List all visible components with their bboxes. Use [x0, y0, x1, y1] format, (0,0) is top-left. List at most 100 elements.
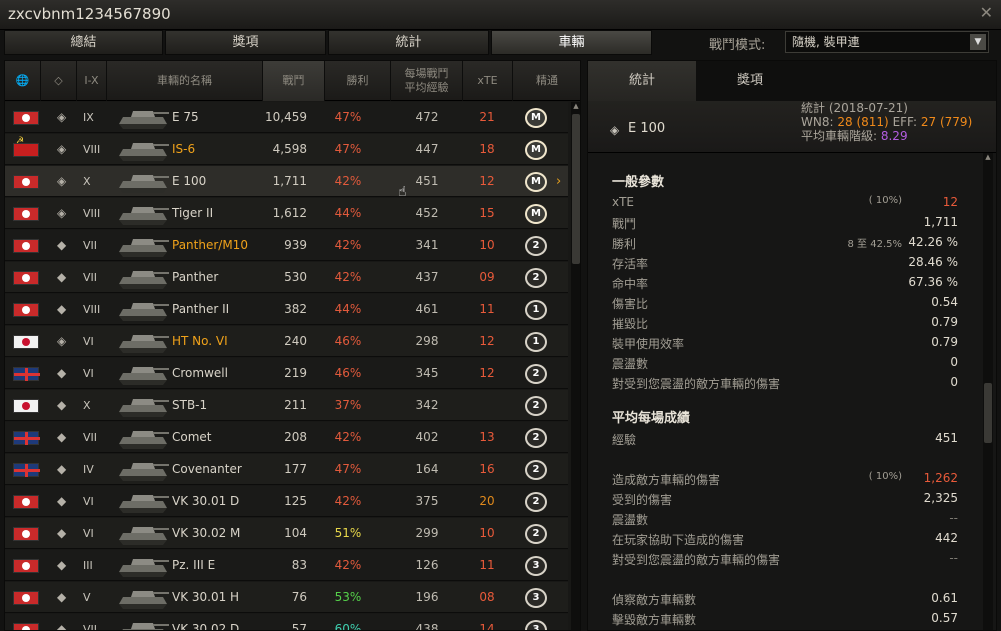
header-name[interactable]: 車輛的名稱 [107, 61, 263, 101]
tank-image [115, 296, 171, 322]
panel-tab-awards[interactable]: 獎項 [696, 61, 804, 101]
table-row[interactable]: ◈ IX E 75 10,459 47% 472 21 M [5, 102, 568, 133]
header-avg-xp[interactable]: 每場戰鬥 平均經驗 [391, 61, 463, 101]
table-row[interactable]: ◆ IV Covenanter 177 47% 164 16 2 [5, 454, 568, 485]
table-row[interactable]: ◆ III Pz. III E 83 42% 126 11 3 [5, 550, 568, 581]
battles: 1,612 [272, 206, 307, 220]
table-row[interactable]: ◆ VI Cromwell 219 46% 345 12 2 [5, 358, 568, 389]
stat-hint: 8 至 42.5% [847, 239, 903, 250]
dropdown-arrow-icon[interactable]: ▼ [970, 34, 986, 50]
table-row[interactable]: ◆ VI VK 30.02 M 104 51% 299 10 2 [5, 518, 568, 549]
avg-tier-line: 平均車輛階級: 8.29 [801, 129, 908, 143]
scrollbar-thumb[interactable] [984, 383, 992, 443]
stat-label: 裝甲使用效率 [612, 337, 685, 351]
header-class[interactable]: ◇ [41, 61, 77, 101]
table-row[interactable]: ◈ VI HT No. VI 240 46% 298 12 1 [5, 326, 568, 357]
battles: 219 [284, 366, 307, 380]
stat-label: 對受到您震盪的敵方車輛的傷害 [612, 553, 781, 567]
stat-row: 摧毀比 0.79 [612, 315, 958, 335]
avg-xp: 461 [415, 302, 439, 316]
header-nation[interactable]: 🌐 [5, 61, 41, 101]
stat-label: 在玩家協助下造成的傷害 [612, 533, 745, 547]
scroll-up-icon[interactable]: ▲ [984, 153, 992, 163]
stat-row [612, 451, 958, 471]
win-rate: 44% [334, 206, 362, 220]
flag-de-icon [13, 111, 39, 125]
stat-value: 0 [950, 375, 958, 389]
tier: VII [83, 239, 98, 252]
header-winrate[interactable]: 勝利 [325, 61, 391, 101]
avg-xp: 402 [415, 430, 439, 444]
close-icon[interactable]: ✕ [980, 3, 993, 22]
table-row[interactable]: ◆ VI VK 30.01 D 125 42% 375 20 2 [5, 486, 568, 517]
table-row[interactable]: ◆ V VK 30.01 H 76 53% 196 08 3 [5, 582, 568, 613]
table-row[interactable]: ◆ VII Panther/M10 939 42% 341 10 2 [5, 230, 568, 261]
vehicle-name: Tiger II [172, 206, 214, 220]
flag-de-icon [13, 623, 39, 630]
flag-ussr-icon [13, 136, 39, 157]
stat-value: 0 [950, 355, 958, 369]
table-row[interactable]: ◆ VII VK 30.02 D 57 60% 438 14 3 [5, 614, 568, 630]
battles: 382 [284, 302, 307, 316]
tab-awards[interactable]: 獎項 [165, 30, 326, 55]
table-row[interactable]: ◈ VIII Tiger II 1,612 44% 452 15 M [5, 198, 568, 229]
flag-de-icon [13, 239, 39, 253]
scroll-up-icon[interactable]: ▲ [572, 102, 580, 112]
mastery-badge-icon: 2 [525, 524, 547, 544]
flag-jp-icon [13, 335, 39, 349]
tier: VIII [83, 303, 101, 316]
win-rate: 46% [334, 366, 362, 380]
battle-mode-select[interactable]: 隨機, 裝甲連 ▼ [785, 31, 989, 53]
header-tier[interactable]: I-X [77, 61, 107, 101]
table-row[interactable]: ◆ VII Comet 208 42% 402 13 2 [5, 422, 568, 453]
table-row[interactable]: ◈ X E 100 1,711 42% 451 12 M › [5, 166, 568, 197]
tier: X [83, 399, 91, 412]
stat-label: 震盪數 [612, 357, 649, 371]
win-rate: 47% [334, 462, 362, 476]
stat-label: 命中率 [612, 277, 649, 291]
stat-value: 0.79 [931, 335, 958, 349]
vehicle-name: Panther [172, 270, 219, 284]
table-row[interactable]: ◈ VIII IS-6 4,598 47% 447 18 M [5, 134, 568, 165]
panel-tab-stats[interactable]: 統計 [588, 61, 696, 101]
avg-xp: 341 [415, 238, 439, 252]
win-rate: 42% [334, 494, 362, 508]
vehicle-header: ◈ E 100 統計 (2018-07-21) WN8: 28 (811) EF… [588, 101, 996, 153]
table-header: 🌐 ◇ I-X 車輛的名稱 戰鬥 勝利 每場戰鬥 平均經驗 xTE 精通 [5, 61, 580, 101]
table-scrollbar[interactable]: ▲ [571, 102, 580, 630]
stat-label: 戰鬥 [612, 217, 637, 231]
win-rate: 42% [334, 238, 362, 252]
xte: 11 [479, 302, 495, 316]
stat-row: 震盪數 0 [612, 355, 958, 375]
header-xte[interactable]: xTE [463, 61, 513, 101]
scrollbar-thumb[interactable] [572, 114, 580, 264]
class-icon: ◆ [57, 494, 67, 508]
mastery-badge-icon: 2 [525, 492, 547, 512]
wn8-eff-line: WN8: 28 (811) EFF: 27 (779) [801, 115, 973, 129]
flag-uk-icon [13, 431, 40, 445]
tab-vehicles[interactable]: 車輛 [491, 30, 652, 55]
header-battles[interactable]: 戰鬥 [263, 61, 325, 101]
avg-xp: 126 [415, 558, 439, 572]
tank-image [115, 200, 171, 226]
tab-summary[interactable]: 總結 [4, 30, 163, 55]
tank-image [115, 488, 171, 514]
chevron-right-icon[interactable]: › [556, 166, 561, 197]
win-rate: 47% [334, 142, 362, 156]
header-mastery[interactable]: 精通 [513, 61, 580, 101]
xte: 13 [479, 430, 495, 444]
tank-image [115, 616, 171, 630]
table-row[interactable]: ◆ VIII Panther II 382 44% 461 11 1 [5, 294, 568, 325]
stat-row: 對受到您震盪的敵方車輛的傷害 0 [612, 375, 958, 395]
vehicle-name: STB-1 [172, 398, 208, 412]
tab-statistics[interactable]: 統計 [328, 30, 489, 55]
tank-image [115, 168, 171, 194]
class-icon: ◈ [57, 206, 67, 220]
table-row[interactable]: ◆ VII Panther 530 42% 437 09 2 [5, 262, 568, 293]
table-row[interactable]: ◆ X STB-1 211 37% 342 2 [5, 390, 568, 421]
class-icon: ◆ [57, 462, 67, 476]
vehicle-name: VK 30.01 H [172, 590, 240, 604]
xte: 20 [479, 494, 495, 508]
tank-image [115, 136, 171, 162]
panel-scrollbar[interactable]: ▲ [983, 153, 993, 630]
